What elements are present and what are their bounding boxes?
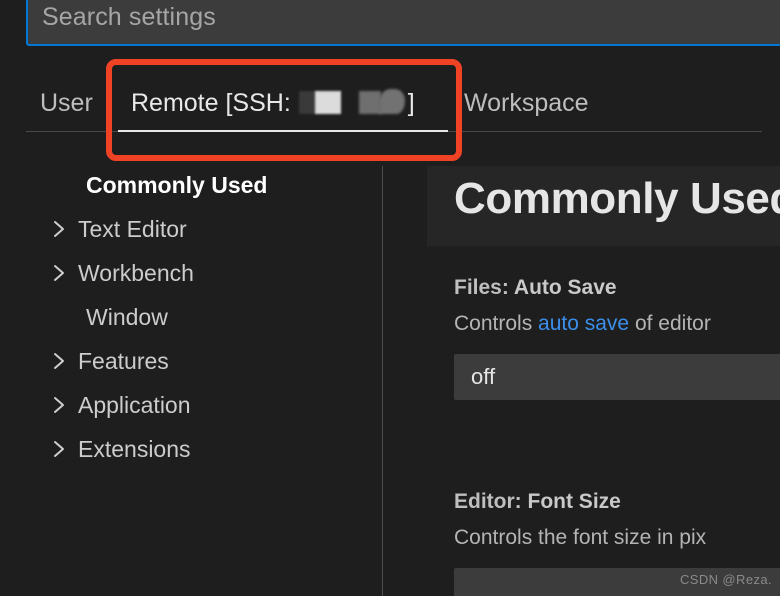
search-settings-input[interactable]: Search settings	[26, 0, 780, 46]
setting-description-before: Controls	[454, 312, 539, 335]
sidebar-item-label: Features	[78, 347, 169, 374]
tab-remote-ssh-label-suffix: ]	[407, 88, 415, 117]
redacted-host-block-2	[358, 88, 407, 114]
chevron-right-icon[interactable]	[52, 351, 78, 371]
chevron-right-icon[interactable]	[52, 439, 78, 459]
tab-workspace-label: Workspace	[464, 88, 589, 117]
chevron-right-icon[interactable]	[52, 219, 78, 239]
redacted-host-block-1	[298, 90, 341, 114]
tab-user-label: User	[40, 88, 93, 117]
sidebar-item-label: Extensions	[78, 435, 191, 462]
sidebar-item-commonly-used[interactable]: Commonly Used	[52, 166, 267, 204]
tab-active-indicator	[118, 130, 448, 132]
search-input-placeholder: Search settings	[42, 2, 216, 31]
setting-name: Auto Save	[513, 276, 617, 299]
setting-files-auto-save: Files: Auto Save Controls auto save of e…	[454, 276, 780, 400]
setting-description-after: of editor	[629, 312, 711, 335]
tab-remote-ssh[interactable]: Remote [SSH: ]	[131, 72, 415, 134]
setting-title: Files: Auto Save	[454, 276, 780, 300]
watermark: CSDN @Reza.	[679, 572, 772, 587]
sidebar-item-label: Text Editor	[78, 215, 187, 242]
sidebar-item-text-editor[interactable]: Text Editor	[52, 210, 187, 248]
page-title: Commonly Used	[454, 174, 780, 223]
setting-description: Controls auto save of editor	[454, 312, 780, 336]
sidebar-item-application[interactable]: Application	[52, 386, 191, 424]
setting-category: Files:	[454, 276, 514, 299]
auto-save-select-value: off	[471, 364, 496, 389]
sidebar-item-label: Commonly Used	[86, 171, 268, 198]
sidebar-item-label: Window	[86, 303, 168, 330]
setting-category: Editor:	[454, 490, 528, 513]
sidebar-item-features[interactable]: Features	[52, 342, 169, 380]
setting-description: Controls the font size in pix	[454, 526, 780, 550]
setting-description-before: Controls the font size in pix	[454, 526, 707, 549]
sidebar-item-label: Workbench	[78, 259, 194, 286]
sidebar-item-label: Application	[78, 391, 191, 418]
sidebar-item-workbench[interactable]: Workbench	[52, 254, 194, 292]
sidebar-item-extensions[interactable]: Extensions	[52, 430, 191, 468]
tab-user[interactable]: User	[40, 72, 93, 134]
auto-save-select[interactable]: off	[454, 354, 780, 400]
settings-editor-window: Search settings User Remote [SSH: ] Work…	[0, 0, 780, 596]
setting-name: Font Size	[527, 490, 621, 513]
tab-workspace[interactable]: Workspace	[464, 72, 589, 134]
chevron-right-icon[interactable]	[52, 263, 78, 283]
settings-scope-tabs: User Remote [SSH: ] Workspace	[0, 72, 780, 134]
setting-description-link[interactable]: auto save	[538, 312, 629, 335]
settings-toc-sidebar: Commonly Used Text Editor Workbench Wind…	[0, 162, 382, 596]
tab-remote-ssh-label: Remote [SSH:	[131, 88, 291, 117]
settings-content-pane: Commonly Used Files: Auto Save Controls …	[383, 162, 780, 596]
setting-title: Editor: Font Size	[454, 490, 780, 514]
chevron-right-icon[interactable]	[52, 395, 78, 415]
sidebar-item-window[interactable]: Window	[52, 298, 168, 336]
